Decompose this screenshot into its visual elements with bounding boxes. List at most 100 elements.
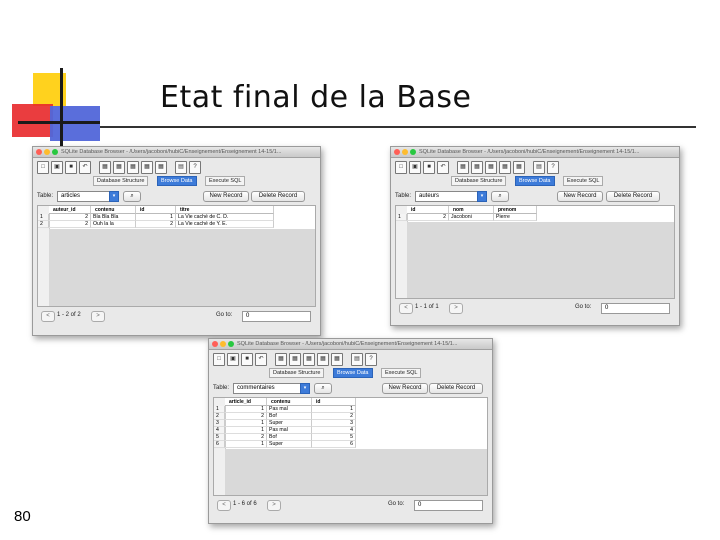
table-cell[interactable]: Bla Bla Bla bbox=[91, 214, 136, 221]
save-icon[interactable]: ■ bbox=[423, 161, 435, 174]
next-page-button[interactable]: > bbox=[91, 311, 105, 322]
whats-this-icon[interactable]: ? bbox=[189, 161, 201, 174]
delete-record-button[interactable]: Delete Record bbox=[429, 383, 483, 394]
table-select[interactable]: auteurs bbox=[415, 191, 480, 202]
row-number[interactable]: 5 bbox=[214, 434, 225, 441]
delete-record-button[interactable]: Delete Record bbox=[606, 191, 660, 202]
table-cell[interactable]: 2 bbox=[407, 214, 449, 221]
goto-input[interactable]: 0 bbox=[601, 303, 670, 314]
tab-browse-data[interactable]: Browse Data bbox=[333, 368, 373, 378]
table-cell[interactable]: Super bbox=[267, 441, 312, 448]
tab-execute-sql[interactable]: Execute SQL bbox=[381, 368, 422, 378]
create-table-icon[interactable]: ▦ bbox=[99, 161, 111, 174]
tab-database-structure[interactable]: Database Structure bbox=[93, 176, 149, 186]
query-icon[interactable]: ▤ bbox=[533, 161, 545, 174]
table-cell[interactable]: 2 bbox=[312, 413, 356, 420]
create-index-icon[interactable]: ▦ bbox=[499, 161, 511, 174]
save-icon[interactable]: ■ bbox=[241, 353, 253, 366]
goto-input[interactable]: 0 bbox=[414, 500, 483, 511]
table-cell[interactable]: 1 bbox=[136, 214, 176, 221]
table-cell[interactable]: 1 bbox=[312, 406, 356, 413]
delete-record-button[interactable]: Delete Record bbox=[251, 191, 305, 202]
tab-execute-sql[interactable]: Execute SQL bbox=[563, 176, 604, 186]
select-arrow-icon[interactable]: ▾ bbox=[477, 191, 487, 202]
delete-index-icon[interactable]: ▦ bbox=[331, 353, 343, 366]
modify-table-icon[interactable]: ▦ bbox=[113, 161, 125, 174]
new-record-button[interactable]: New Record bbox=[203, 191, 249, 202]
zoom-window-icon[interactable] bbox=[52, 149, 58, 155]
table-cell[interactable]: 3 bbox=[312, 420, 356, 427]
column-header-article-id[interactable]: article_id bbox=[225, 398, 267, 406]
tab-browse-data[interactable]: Browse Data bbox=[157, 176, 197, 186]
modify-table-icon[interactable]: ▦ bbox=[289, 353, 301, 366]
row-number[interactable]: 3 bbox=[214, 420, 225, 427]
next-page-button[interactable]: > bbox=[449, 303, 463, 314]
table-cell[interactable]: 1 bbox=[225, 427, 267, 434]
create-index-icon[interactable]: ▦ bbox=[141, 161, 153, 174]
new-file-icon[interactable]: □ bbox=[213, 353, 225, 366]
open-folder-icon[interactable]: ▣ bbox=[227, 353, 239, 366]
search-button[interactable]: ⌕ bbox=[123, 191, 141, 202]
column-header-prenom[interactable]: prenom bbox=[494, 206, 537, 214]
delete-index-icon[interactable]: ▦ bbox=[513, 161, 525, 174]
row-number[interactable]: 4 bbox=[214, 427, 225, 434]
whats-this-icon[interactable]: ? bbox=[547, 161, 559, 174]
delete-table-icon[interactable]: ▦ bbox=[127, 161, 139, 174]
undo-icon[interactable]: ↶ bbox=[437, 161, 449, 174]
column-header-contenu[interactable]: contenu bbox=[91, 206, 136, 214]
table-select[interactable]: articles bbox=[57, 191, 112, 202]
create-index-icon[interactable]: ▦ bbox=[317, 353, 329, 366]
table-cell[interactable]: La Vie caché de Y. E. bbox=[176, 221, 274, 228]
column-header-nom[interactable]: nom bbox=[449, 206, 494, 214]
table-select[interactable]: commentaires bbox=[233, 383, 303, 394]
table-cell[interactable]: Bof bbox=[267, 413, 312, 420]
table-cell[interactable]: Pas mal bbox=[267, 427, 312, 434]
table-cell[interactable]: Ouh la la bbox=[91, 221, 136, 228]
table-cell[interactable]: 6 bbox=[312, 441, 356, 448]
column-header-auteur-id[interactable]: auteur_id bbox=[49, 206, 91, 214]
minimize-window-icon[interactable] bbox=[220, 341, 226, 347]
query-icon[interactable]: ▤ bbox=[175, 161, 187, 174]
zoom-window-icon[interactable] bbox=[228, 341, 234, 347]
save-icon[interactable]: ■ bbox=[65, 161, 77, 174]
data-grid[interactable]: article_id contenu id 1 1 Pas mal 1 2 2 Bof 2 3 1 Sup… bbox=[213, 397, 488, 496]
close-window-icon[interactable] bbox=[394, 149, 400, 155]
column-header-titre[interactable]: titre bbox=[176, 206, 274, 214]
tab-browse-data[interactable]: Browse Data bbox=[515, 176, 555, 186]
column-header-id[interactable]: id bbox=[136, 206, 176, 214]
table-cell[interactable]: 1 bbox=[225, 441, 267, 448]
previous-page-button[interactable]: < bbox=[217, 500, 231, 511]
search-button[interactable]: ⌕ bbox=[314, 383, 332, 394]
table-cell[interactable]: Bof bbox=[267, 434, 312, 441]
table-cell[interactable]: La Vie caché de C. D. bbox=[176, 214, 274, 221]
goto-input[interactable]: 0 bbox=[242, 311, 311, 322]
row-number[interactable]: 2 bbox=[214, 413, 225, 420]
minimize-window-icon[interactable] bbox=[44, 149, 50, 155]
minimize-window-icon[interactable] bbox=[402, 149, 408, 155]
delete-table-icon[interactable]: ▦ bbox=[303, 353, 315, 366]
create-table-icon[interactable]: ▦ bbox=[457, 161, 469, 174]
new-file-icon[interactable]: □ bbox=[395, 161, 407, 174]
data-grid[interactable]: id nom prenom 1 2 Jacoboni Pierre bbox=[395, 205, 675, 299]
table-cell[interactable]: 2 bbox=[136, 221, 176, 228]
query-icon[interactable]: ▤ bbox=[351, 353, 363, 366]
close-window-icon[interactable] bbox=[36, 149, 42, 155]
open-folder-icon[interactable]: ▣ bbox=[51, 161, 63, 174]
table-cell[interactable]: 2 bbox=[225, 413, 267, 420]
previous-page-button[interactable]: < bbox=[399, 303, 413, 314]
table-cell[interactable]: Pas mal bbox=[267, 406, 312, 413]
new-record-button[interactable]: New Record bbox=[557, 191, 603, 202]
tab-database-structure[interactable]: Database Structure bbox=[451, 176, 507, 186]
undo-icon[interactable]: ↶ bbox=[79, 161, 91, 174]
table-cell[interactable]: 1 bbox=[225, 420, 267, 427]
column-header-contenu[interactable]: contenu bbox=[267, 398, 312, 406]
table-cell[interactable]: 2 bbox=[49, 214, 91, 221]
open-folder-icon[interactable]: ▣ bbox=[409, 161, 421, 174]
table-cell[interactable]: 2 bbox=[225, 434, 267, 441]
table-cell[interactable]: 4 bbox=[312, 427, 356, 434]
row-number[interactable]: 2 bbox=[38, 221, 49, 228]
close-window-icon[interactable] bbox=[212, 341, 218, 347]
table-cell[interactable]: 5 bbox=[312, 434, 356, 441]
table-cell[interactable]: 2 bbox=[49, 221, 91, 228]
tab-database-structure[interactable]: Database Structure bbox=[269, 368, 325, 378]
